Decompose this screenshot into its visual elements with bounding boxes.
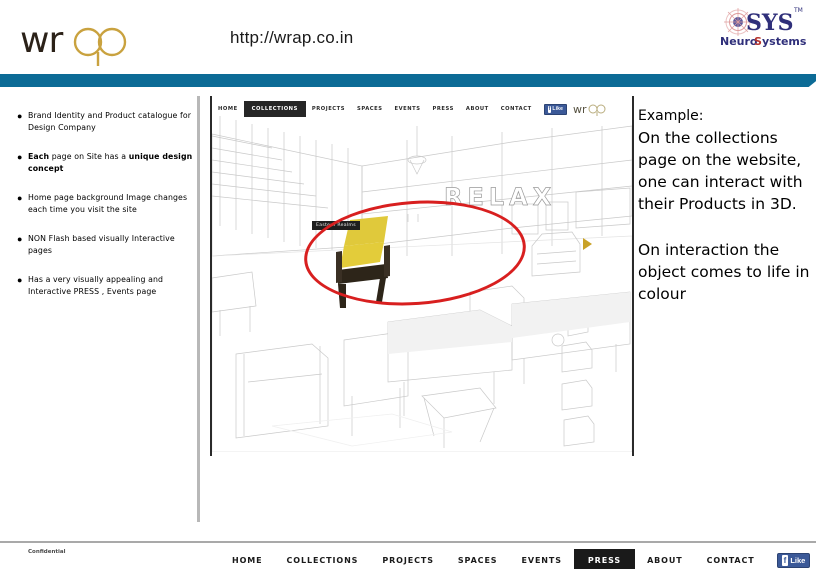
- facebook-like-label: Like: [552, 106, 564, 112]
- bullet-text: Each page on Site has a unique design co…: [28, 152, 193, 173]
- footer-facebook-like-button[interactable]: f Like: [776, 553, 811, 568]
- play-arrow-icon[interactable]: [583, 238, 592, 250]
- svg-text:TM: TM: [793, 7, 803, 14]
- bullet-dot-icon: ●: [17, 234, 23, 244]
- commentary-first: Example: On the collections page on the …: [638, 104, 813, 215]
- site-nav-item-home[interactable]: HOME: [212, 102, 244, 116]
- list-item: ● Has a very visually appealing and Inte…: [14, 274, 194, 298]
- commentary-second: On interaction the object comes to life …: [638, 239, 813, 305]
- commentary-paragraph-two: On interaction the object comes to life …: [638, 241, 810, 303]
- site-nav-item-press[interactable]: PRESS: [427, 102, 460, 116]
- commentary-lead: Example:: [638, 108, 704, 124]
- svg-text:Neuro: Neuro: [720, 35, 758, 48]
- site-nav-item-events[interactable]: EVENTS: [389, 102, 427, 116]
- svg-text:ystems: ystems: [762, 35, 807, 48]
- site-wrap-logo: wr: [573, 102, 607, 116]
- footer-nav-item-spaces[interactable]: SPACES: [446, 550, 510, 569]
- bullet-text: Has a very visually appealing and Intera…: [28, 275, 164, 296]
- list-item: ● Each page on Site has a unique design …: [14, 151, 194, 175]
- footer-nav: HOME COLLECTIONS PROJECTS SPACES EVENTS …: [220, 549, 811, 569]
- footer-divider: [0, 541, 816, 543]
- bullet-text: Brand Identity and Product catalogue for…: [28, 111, 192, 132]
- bullet-dot-icon: ●: [17, 152, 23, 162]
- footer-nav-item-contact[interactable]: CONTACT: [695, 550, 767, 569]
- iosys-company-logo: SYS TM Neuro S ystems: [702, 2, 810, 50]
- list-item: ● Home page background Image changes eac…: [14, 192, 194, 216]
- site-nav-item-spaces[interactable]: SPACES: [351, 102, 388, 116]
- slide-root: wr http://wrap.co.in SYS TM Neuro S yste…: [0, 0, 816, 569]
- list-item: ● NON Flash based visually Interactive p…: [14, 233, 194, 257]
- accent-bar: [0, 74, 816, 87]
- footer-nav-item-about[interactable]: ABOUT: [635, 550, 695, 569]
- facebook-f-icon: f: [547, 105, 552, 113]
- facebook-like-button[interactable]: f Like: [543, 103, 568, 115]
- list-item: ● Brand Identity and Product catalogue f…: [14, 110, 194, 134]
- site-nav-item-projects[interactable]: PROJECTS: [306, 102, 351, 116]
- site-nav-item-about[interactable]: ABOUT: [460, 102, 495, 116]
- page-url: http://wrap.co.in: [230, 28, 354, 47]
- website-nav: HOME COLLECTIONS PROJECTS SPACES EVENTS …: [212, 99, 632, 119]
- footer-nav-item-events[interactable]: EVENTS: [509, 550, 573, 569]
- bullet-dot-icon: ●: [17, 111, 23, 121]
- commentary-panel: Example: On the collections page on the …: [638, 104, 813, 305]
- site-nav-item-contact[interactable]: CONTACT: [495, 102, 538, 116]
- bullet-text: Home page background Image changes each …: [28, 193, 188, 214]
- bullet-dot-icon: ●: [17, 193, 23, 203]
- footer-nav-item-home[interactable]: HOME: [220, 550, 275, 569]
- svg-text:wr: wr: [20, 20, 63, 61]
- svg-text:wr: wr: [573, 103, 587, 116]
- wrap-brand-logo: wr: [18, 14, 136, 68]
- commentary-paragraph-one: On the collections page on the website, …: [638, 129, 803, 213]
- bullet-dot-icon: ●: [17, 275, 23, 285]
- site-nav-item-collections[interactable]: COLLECTIONS: [243, 101, 306, 117]
- footer-nav-item-projects[interactable]: PROJECTS: [370, 550, 446, 569]
- column-divider: [197, 96, 200, 522]
- bullet-text: NON Flash based visually Interactive pag…: [28, 234, 175, 255]
- facebook-f-icon: f: [781, 555, 789, 566]
- svg-text:S: S: [754, 35, 762, 48]
- footer-nav-item-collections[interactable]: COLLECTIONS: [275, 550, 371, 569]
- footer-nav-item-press[interactable]: PRESS: [573, 549, 636, 569]
- feature-bullet-list: ● Brand Identity and Product catalogue f…: [14, 110, 194, 315]
- facebook-like-label: Like: [790, 556, 806, 565]
- website-screenshot: RELAX Eastern Realms HOME COLLECTIONS PR…: [210, 96, 634, 456]
- confidential-label: Confidential: [28, 549, 66, 555]
- svg-text:SYS: SYS: [746, 10, 793, 36]
